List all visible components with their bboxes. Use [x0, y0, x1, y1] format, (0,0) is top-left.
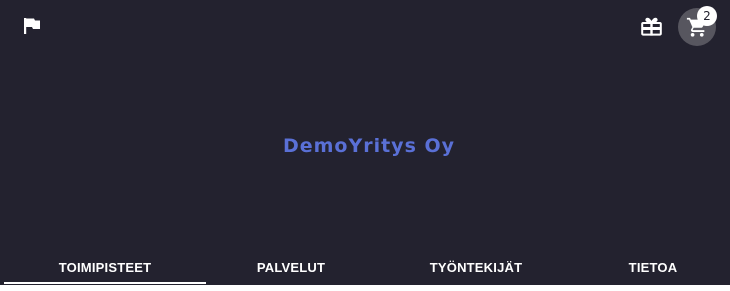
tab-tyontekijat[interactable]: TYÖNTEKIJÄT — [376, 252, 576, 285]
tab-toimipisteet[interactable]: TOIMIPISTEET — [4, 252, 206, 285]
gift-card-icon[interactable] — [634, 10, 668, 42]
gift-card-icon-glyph — [640, 17, 662, 36]
company-name: DemoYritys Oy — [282, 135, 456, 157]
tab-palvelut[interactable]: PALVELUT — [206, 252, 376, 285]
page-bottom-edge — [0, 285, 730, 291]
tab-tietoa[interactable]: TIETOA — [576, 252, 730, 285]
flag-icon[interactable] — [16, 10, 48, 42]
flag-icon-glyph — [24, 18, 40, 34]
app-screen: 2 DemoYritys Oy TOIMIPISTEET PALVELUT TY… — [0, 0, 730, 285]
cart-count-badge: 2 — [697, 6, 717, 26]
tab-bar: TOIMIPISTEET PALVELUT TYÖNTEKIJÄT TIETOA — [4, 252, 730, 285]
